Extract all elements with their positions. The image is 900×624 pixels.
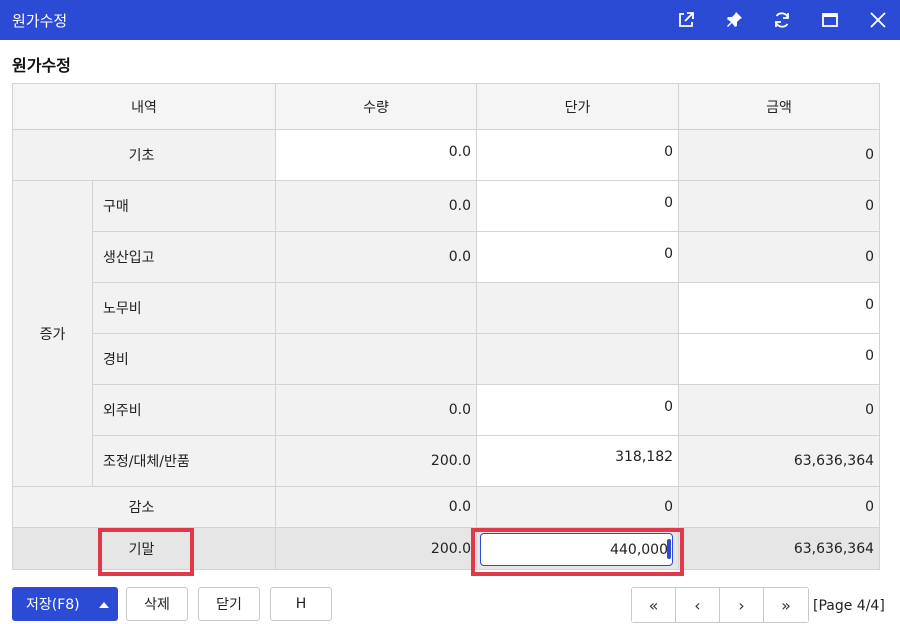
table-row-production: 생산입고 0.0 0 0 bbox=[13, 231, 881, 283]
first-page-icon[interactable]: « bbox=[632, 588, 676, 622]
row-label: 감소 bbox=[11, 486, 277, 528]
row-label: 생산입고 bbox=[91, 231, 277, 283]
prev-page-icon[interactable]: ‹ bbox=[676, 588, 720, 622]
price-input[interactable]: 0 bbox=[476, 180, 680, 232]
save-button[interactable]: 저장(F8) bbox=[12, 587, 118, 621]
h-button[interactable]: H bbox=[270, 587, 332, 621]
table-row-adjustment: 조정/대체/반품 200.0 318,182 63,636,364 bbox=[13, 435, 881, 487]
amount-input[interactable]: 0 bbox=[678, 333, 881, 385]
window-title: 원가수정 bbox=[12, 12, 68, 30]
qty-input[interactable]: 0.0 bbox=[275, 129, 478, 181]
table-row-outsourcing: 외주비 0.0 0 0 bbox=[13, 384, 881, 436]
row-label: 기말 bbox=[11, 527, 277, 570]
table-row-ending: 기말 200.0 63,636,364 bbox=[11, 527, 881, 570]
group-label-increase: 증가 bbox=[12, 180, 93, 487]
title-bar: 원가수정 bbox=[0, 0, 900, 40]
price-input[interactable]: 318,182 bbox=[476, 435, 680, 487]
price-input[interactable]: 0 bbox=[476, 231, 680, 283]
qty-cell: 200.0 bbox=[275, 527, 478, 570]
qty-cell: 200.0 bbox=[275, 435, 478, 487]
ending-price-input[interactable] bbox=[480, 533, 673, 566]
amount-cell: 0 bbox=[678, 129, 881, 181]
qty-cell bbox=[275, 333, 478, 385]
amount-cell: 0 bbox=[678, 384, 881, 436]
text-cursor bbox=[667, 539, 671, 559]
price-cell bbox=[476, 282, 680, 334]
header-item: 내역 bbox=[11, 83, 277, 130]
amount-cell: 63,636,364 bbox=[678, 435, 881, 487]
table-row-beginning: 기초 0.0 0 0 bbox=[11, 129, 881, 181]
maximize-icon[interactable] bbox=[818, 8, 842, 32]
price-input[interactable]: 0 bbox=[476, 129, 680, 181]
amount-input[interactable]: 0 bbox=[678, 282, 881, 334]
pin-icon[interactable] bbox=[722, 8, 746, 32]
section-title: 원가수정 bbox=[12, 56, 71, 75]
table-row-expense: 경비 0 bbox=[13, 333, 881, 385]
header-row: 내역 수량 단가 금액 bbox=[11, 83, 881, 130]
row-label: 경비 bbox=[91, 333, 277, 385]
row-label: 조정/대체/반품 bbox=[91, 435, 277, 487]
row-label: 외주비 bbox=[91, 384, 277, 436]
table-row-purchase: 증가 구매 0.0 0 0 bbox=[12, 180, 881, 487]
qty-cell: 0.0 bbox=[275, 231, 478, 283]
price-cell: 0 bbox=[476, 486, 680, 528]
page-indicator: [Page 4/4] bbox=[813, 598, 885, 614]
qty-cell: 0.0 bbox=[275, 384, 478, 436]
price-cell bbox=[476, 333, 680, 385]
table-row-labor: 노무비 0 bbox=[13, 282, 881, 334]
qty-cell: 0.0 bbox=[275, 180, 478, 232]
qty-cell: 0.0 bbox=[275, 486, 478, 528]
amount-cell: 0 bbox=[678, 231, 881, 283]
table-row-decrease: 감소 0.0 0 0 bbox=[11, 486, 881, 528]
header-amount: 금액 bbox=[678, 83, 881, 130]
caret-up-icon[interactable] bbox=[99, 602, 109, 608]
delete-button[interactable]: 삭제 bbox=[126, 587, 188, 621]
cost-table: 내역 수량 단가 금액 기초 0.0 0 0 증가 구매 0.0 0 0 생산입… bbox=[11, 83, 881, 570]
header-price: 단가 bbox=[476, 83, 680, 130]
row-label: 노무비 bbox=[91, 282, 277, 334]
close-icon[interactable] bbox=[866, 8, 890, 32]
next-page-icon[interactable]: › bbox=[720, 588, 764, 622]
close-button[interactable]: 닫기 bbox=[198, 587, 260, 621]
amount-cell: 0 bbox=[678, 180, 881, 232]
row-label: 구매 bbox=[91, 180, 277, 232]
pagination: « ‹ › » bbox=[631, 587, 809, 623]
price-input[interactable]: 0 bbox=[476, 384, 680, 436]
last-page-icon[interactable]: » bbox=[764, 588, 808, 622]
header-qty: 수량 bbox=[275, 83, 478, 130]
amount-cell: 0 bbox=[678, 486, 881, 528]
save-button-label: 저장(F8) bbox=[26, 597, 80, 613]
qty-cell bbox=[275, 282, 478, 334]
amount-cell: 63,636,364 bbox=[678, 527, 881, 570]
external-link-icon[interactable] bbox=[674, 8, 698, 32]
row-label: 기초 bbox=[11, 129, 277, 181]
refresh-icon[interactable] bbox=[770, 8, 794, 32]
